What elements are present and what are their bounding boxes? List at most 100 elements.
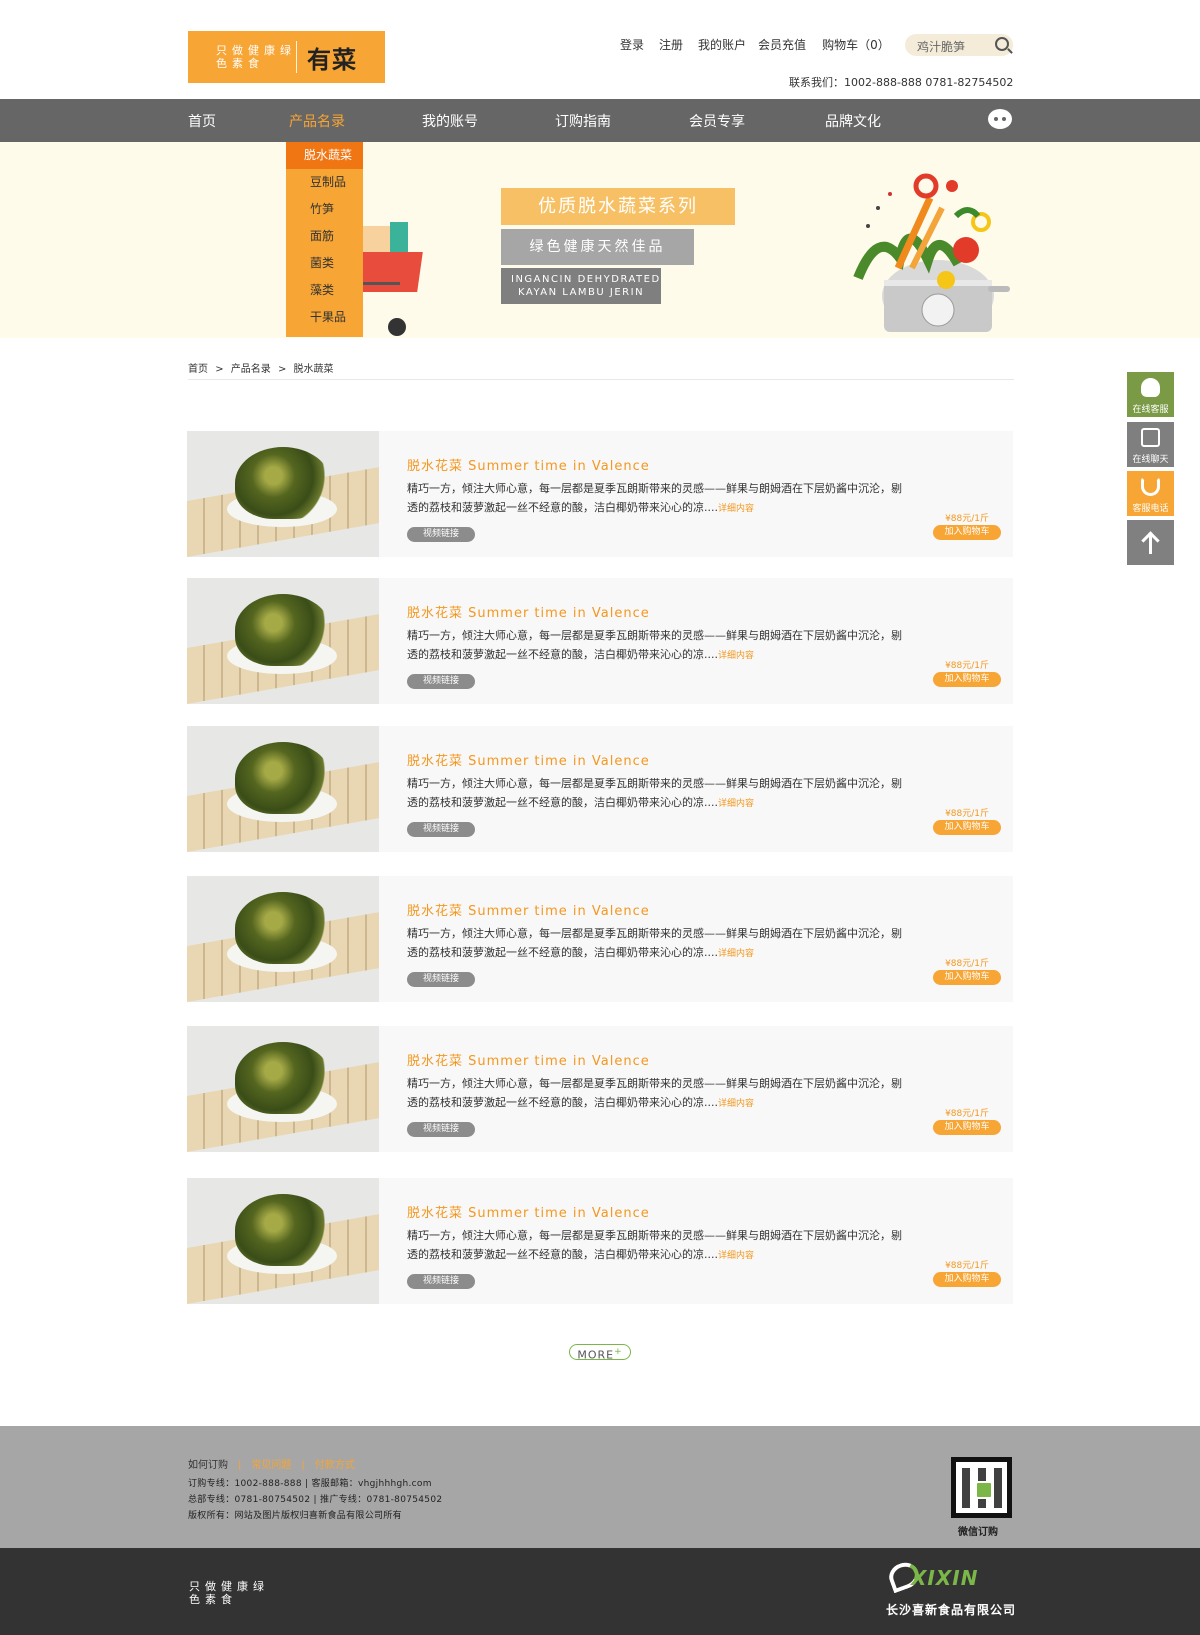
- detail-link[interactable]: 详细内容: [718, 504, 754, 514]
- product-desc: 精巧一方，倾注大师心意，每一层都是夏季瓦朗斯带来的灵感——鲜果与朗姆酒在下层奶酱…: [407, 924, 907, 964]
- detail-link[interactable]: 详细内容: [718, 949, 754, 959]
- product-image[interactable]: [187, 726, 379, 852]
- add-to-cart-button[interactable]: 加入购物车: [933, 970, 1001, 985]
- crumb-sep: >: [277, 364, 287, 375]
- nav-brand[interactable]: 品牌文化: [825, 111, 881, 131]
- side-online-chat[interactable]: 在线聊天: [1127, 422, 1174, 467]
- more-label: MORE: [577, 1348, 615, 1362]
- product-price: ¥88元/1斤: [945, 809, 989, 819]
- nav-member[interactable]: 会员专享: [689, 111, 745, 131]
- nav-products[interactable]: 产品名录: [289, 111, 345, 131]
- add-to-cart-button[interactable]: 加入购物车: [933, 1120, 1001, 1135]
- product-image[interactable]: [187, 431, 379, 557]
- nav-home[interactable]: 首页: [188, 111, 216, 131]
- product-desc-text: 精巧一方，倾注大师心意，每一层都是夏季瓦朗斯带来的灵感——鲜果与朗姆酒在下层奶酱…: [407, 482, 902, 514]
- detail-link[interactable]: 详细内容: [718, 799, 754, 809]
- footer-link-payment[interactable]: 付款方式: [315, 1460, 355, 1471]
- product-price: ¥88元/1斤: [945, 514, 989, 524]
- dropdown-item-dehydrated[interactable]: 脱水蔬菜: [286, 142, 363, 169]
- footer-slogan: 只做健康绿色素食: [189, 1580, 269, 1606]
- video-link-button[interactable]: 视频链接: [407, 674, 475, 689]
- login-link[interactable]: 登录: [620, 36, 644, 53]
- add-to-cart-button[interactable]: 加入购物车: [933, 672, 1001, 687]
- more-button[interactable]: MORE+: [569, 1344, 631, 1362]
- logo-name: 有菜: [307, 45, 357, 74]
- product-image[interactable]: [187, 1178, 379, 1304]
- product-title[interactable]: 脱水花菜 Summer time in Valence: [407, 1050, 650, 1069]
- back-to-top-button[interactable]: [1127, 520, 1174, 565]
- dropdown-item-bamboo[interactable]: 竹笋: [286, 196, 363, 223]
- product-price: ¥88元/1斤: [945, 959, 989, 969]
- product-desc-text: 精巧一方，倾注大师心意，每一层都是夏季瓦朗斯带来的灵感——鲜果与朗姆酒在下层奶酱…: [407, 1229, 902, 1261]
- banner-english-line1: INGANCIN DEHYDRATED: [511, 274, 661, 285]
- qr-label: 微信订购: [958, 1527, 998, 1538]
- search-icon[interactable]: [995, 37, 1009, 51]
- banner-english-line2: KAYAN LAMBU JERIN: [518, 287, 645, 298]
- cart-link[interactable]: 购物车（0）: [822, 36, 890, 53]
- banner-subtitle: 绿色健康天然佳品: [501, 229, 694, 265]
- product-desc: 精巧一方，倾注大师心意，每一层都是夏季瓦朗斯带来的灵感——鲜果与朗姆酒在下层奶酱…: [407, 774, 907, 814]
- video-link-button[interactable]: 视频链接: [407, 972, 475, 987]
- detail-link[interactable]: 详细内容: [718, 1099, 754, 1109]
- product-desc-text: 精巧一方，倾注大师心意，每一层都是夏季瓦朗斯带来的灵感——鲜果与朗姆酒在下层奶酱…: [407, 927, 902, 959]
- dropdown-item-nuts[interactable]: 干果品: [286, 304, 363, 331]
- product-title[interactable]: 脱水花菜 Summer time in Valence: [407, 750, 650, 769]
- company-name: 长沙喜新食品有限公司: [886, 1603, 1017, 1617]
- product-title[interactable]: 脱水花菜 Summer time in Valence: [407, 1202, 650, 1221]
- add-to-cart-button[interactable]: 加入购物车: [933, 820, 1001, 835]
- product-image[interactable]: [187, 578, 379, 704]
- side-online-service[interactable]: 在线客服: [1127, 372, 1174, 417]
- footer-bottom: [0, 1548, 1200, 1635]
- dropdown-item-seaweed[interactable]: 藻类: [286, 277, 363, 304]
- side-phone[interactable]: 客服电话: [1127, 471, 1174, 516]
- recharge-link[interactable]: 会员充值: [758, 36, 806, 53]
- my-account-link[interactable]: 我的账户: [698, 36, 746, 53]
- detail-link[interactable]: 详细内容: [718, 1251, 754, 1261]
- nav-account[interactable]: 我的账号: [422, 111, 478, 131]
- product-item: 脱水花菜 Summer time in Valence 精巧一方，倾注大师心意，…: [187, 876, 1013, 1002]
- product-title[interactable]: 脱水花菜 Summer time in Valence: [407, 455, 650, 474]
- footer-hq-line: 总部专线：0781-80754502 | 推广专线：0781-80754502: [188, 1495, 443, 1505]
- product-title[interactable]: 脱水花菜 Summer time in Valence: [407, 602, 650, 621]
- product-title[interactable]: 脱水花菜 Summer time in Valence: [407, 900, 650, 919]
- wechat-icon[interactable]: [988, 109, 1012, 129]
- product-image[interactable]: [187, 876, 379, 1002]
- breadcrumb: 首页 > 产品名录 > 脱水蔬菜: [188, 360, 1014, 380]
- footer-link-faq[interactable]: 常见问题: [251, 1460, 291, 1471]
- side-qq-label: 在线客服: [1132, 405, 1169, 415]
- product-desc: 精巧一方，倾注大师心意，每一层都是夏季瓦朗斯带来的灵感——鲜果与朗姆酒在下层奶酱…: [407, 479, 907, 519]
- footer-sep: |: [238, 1460, 242, 1471]
- crumb-home[interactable]: 首页: [188, 364, 208, 375]
- product-item: 脱水花菜 Summer time in Valence 精巧一方，倾注大师心意，…: [187, 1026, 1013, 1152]
- video-link-button[interactable]: 视频链接: [407, 1122, 475, 1137]
- dropdown-item-mushroom[interactable]: 菌类: [286, 250, 363, 277]
- crumb-products[interactable]: 产品名录: [231, 364, 271, 375]
- add-to-cart-button[interactable]: 加入购物车: [933, 525, 1001, 540]
- site-logo[interactable]: 只做健康绿色素食 有菜: [188, 31, 385, 83]
- page: 只做健康绿色素食 有菜 登录 注册 我的账户 会员充值 购物车（0） 鸡汁脆笋 …: [0, 0, 1200, 1635]
- search-input[interactable]: 鸡汁脆笋: [905, 34, 1013, 56]
- logo-slogan: 只做健康绿色素食: [216, 44, 296, 70]
- product-item: 脱水花菜 Summer time in Valence 精巧一方，倾注大师心意，…: [187, 1178, 1013, 1304]
- contact-info: 联系我们：1002-888-888 0781-82754502: [789, 76, 1014, 89]
- wechat-qr-code: [951, 1457, 1012, 1518]
- product-item: 脱水花菜 Summer time in Valence 精巧一方，倾注大师心意，…: [187, 431, 1013, 557]
- more-plus: +: [614, 1347, 623, 1357]
- product-item: 脱水花菜 Summer time in Valence 精巧一方，倾注大师心意，…: [187, 578, 1013, 704]
- side-chat-label: 在线聊天: [1132, 455, 1169, 465]
- footer-link-order[interactable]: 如何订购: [188, 1460, 228, 1471]
- cart-phone: [390, 222, 408, 252]
- video-link-button[interactable]: 视频链接: [407, 1274, 475, 1289]
- detail-link[interactable]: 详细内容: [718, 651, 754, 661]
- product-image[interactable]: [187, 1026, 379, 1152]
- nav-guide[interactable]: 订购指南: [555, 111, 611, 131]
- add-to-cart-button[interactable]: 加入购物车: [933, 1272, 1001, 1287]
- dropdown-item-gluten[interactable]: 面筋: [286, 223, 363, 250]
- register-link[interactable]: 注册: [659, 36, 683, 53]
- video-link-button[interactable]: 视频链接: [407, 527, 475, 542]
- top-links: 登录 注册 我的账户 会员充值 购物车（0）: [620, 36, 905, 53]
- banner-english: INGANCIN DEHYDRATED KAYAN LAMBU JERIN: [501, 268, 661, 304]
- product-desc-text: 精巧一方，倾注大师心意，每一层都是夏季瓦朗斯带来的灵感——鲜果与朗姆酒在下层奶酱…: [407, 629, 902, 661]
- dropdown-item-tofu[interactable]: 豆制品: [286, 169, 363, 196]
- video-link-button[interactable]: 视频链接: [407, 822, 475, 837]
